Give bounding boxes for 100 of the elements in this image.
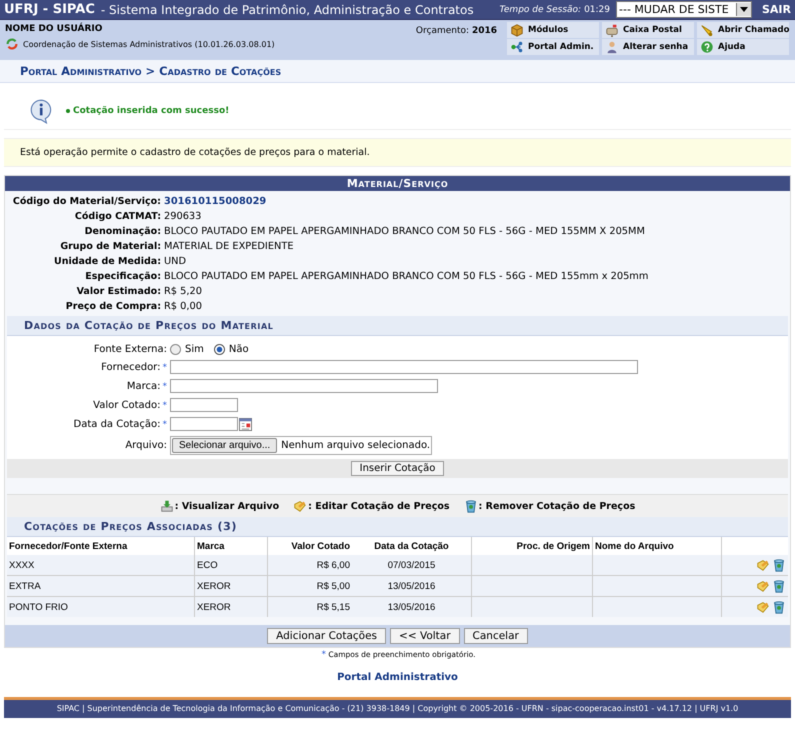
refresh-icon[interactable] xyxy=(5,37,19,51)
shortcut-link[interactable]: Ajuda xyxy=(697,39,789,55)
table-cell: XEROR xyxy=(194,576,268,596)
budget-year: 2016 xyxy=(472,26,497,36)
budget-label: Orçamento: xyxy=(416,26,470,36)
field-value: BLOCO PAUTADO EM PAPEL APERGAMINHADO BRANCO COM 50 FLS - 56G - MED 155mm x 205mm xyxy=(164,271,650,282)
system-subtitle: - Sistema Integrado de Patrimônio, Administração e Contratos xyxy=(100,2,474,16)
field-value: R$ 0,00 xyxy=(164,301,203,312)
action-button[interactable]: Adicionar Cotações xyxy=(267,628,386,644)
edit-icon[interactable] xyxy=(756,579,770,593)
field-label: Marca: xyxy=(126,380,160,392)
field-label: Grupo de Material: xyxy=(59,241,161,252)
network-icon xyxy=(510,40,524,54)
material-code-link[interactable]: 301610115008029 xyxy=(164,196,790,207)
logout-link[interactable]: SAIR xyxy=(762,3,791,16)
person-icon xyxy=(605,40,619,54)
section-title: Material/Serviço xyxy=(5,176,790,191)
subsection-title: Dados da Cotação de Preços do Material xyxy=(7,316,788,336)
radio-label: Sim xyxy=(185,344,204,355)
trash-icon[interactable] xyxy=(772,600,786,614)
shortcut-link[interactable]: Caixa Postal xyxy=(602,22,694,38)
description-text: Está operação permite o cadastro de cotações de preços para o material. xyxy=(4,138,791,167)
session-time: 01:29 xyxy=(584,4,610,14)
input-field[interactable] xyxy=(170,398,238,412)
bullet-icon xyxy=(66,109,70,113)
field-value: 290633 xyxy=(164,211,202,222)
file-status: Nenhum arquivo selecionado. xyxy=(281,440,430,451)
shortcut-link[interactable]: Alterar senha xyxy=(602,39,694,55)
table-cell: EXTRA xyxy=(7,576,194,596)
input-field[interactable] xyxy=(170,360,638,374)
footer: SIPAC | Superintendência de Tecnologia da Informação e Comunicação - (21) 3938-1849 | Copyright © 2005-2016 - UFRN - sipac-cooperacao.inst01 - v4.17.12 | UFRJ v1.0 xyxy=(4,697,791,718)
field-label: Código CATMAT: xyxy=(74,211,161,222)
table-cell: PONTO FRIO xyxy=(7,596,194,617)
legend-label: : Remover Cotação de Preços xyxy=(478,500,636,512)
field-value: BLOCO PAUTADO EM PAPEL APERGAMINHADO BRANCO COM 50 FLS - 56G - MED 155MM X 205MM xyxy=(164,226,646,237)
box-icon xyxy=(510,23,524,37)
caret-icon xyxy=(740,6,748,12)
calendar-icon[interactable] xyxy=(239,418,252,430)
download-icon xyxy=(160,499,174,513)
action-button[interactable]: Cancelar xyxy=(464,628,528,644)
action-button[interactable]: << Voltar xyxy=(390,628,460,644)
field-label: Fonte Externa: xyxy=(92,344,167,355)
field-value: UND xyxy=(164,256,188,267)
required-mark: * xyxy=(162,420,167,430)
field-label: Unidade de Medida: xyxy=(52,256,161,267)
table-cell: ECO xyxy=(194,555,268,576)
field-label: Fornecedor: xyxy=(101,362,160,372)
radio-label: Não xyxy=(228,344,249,355)
system-select[interactable]: --- MUDAR DE SISTE xyxy=(616,1,752,18)
session-label: Tempo de Sessão: xyxy=(500,4,582,14)
table-cell: XEROR xyxy=(194,596,268,617)
field-label: Especificação: xyxy=(84,271,161,282)
table-cell: 07/03/2015 xyxy=(352,555,472,576)
table-cell: R$ 5,15 xyxy=(268,596,352,617)
shortcut-link[interactable]: Abrir Chamado xyxy=(697,22,789,38)
radio-button[interactable] xyxy=(170,344,181,355)
field-label: Valor Cotado: xyxy=(93,400,160,410)
table-cell: R$ 5,00 xyxy=(268,576,352,596)
field-label: Denominação: xyxy=(84,226,161,237)
portal-link[interactable]: Portal Administrativo xyxy=(337,672,458,683)
edit-icon[interactable] xyxy=(293,499,308,513)
field-label: Valor Estimado: xyxy=(76,286,161,297)
table-cell: XXXX xyxy=(7,555,194,576)
field-value: MATERIAL DE EXPEDIENTE xyxy=(164,241,295,252)
radio-button[interactable] xyxy=(214,344,225,355)
insert-button[interactable]: Inserir Cotação xyxy=(350,461,444,476)
field-label: Preço de Compra: xyxy=(64,301,161,312)
help-icon xyxy=(700,40,714,54)
field-label: Arquivo: xyxy=(124,440,167,451)
shortcut-link[interactable]: Módulos xyxy=(507,22,599,38)
file-select-button[interactable]: Selecionar arquivo... xyxy=(172,438,278,453)
field-label: Código do Material/Serviço: xyxy=(12,196,161,207)
field-label: Data da Cotação: xyxy=(74,418,160,430)
required-mark: * xyxy=(162,362,167,372)
legend-label: : Visualizar Arquivo xyxy=(174,500,280,512)
trash-icon[interactable] xyxy=(772,558,786,572)
table-cell: R$ 6,00 xyxy=(268,555,352,576)
user-unit: Coordenação de Sistemas Administrativos (10.01.26.03.08.01) xyxy=(23,40,275,48)
trash-icon[interactable] xyxy=(772,579,786,593)
mailbox-icon xyxy=(605,23,619,37)
input-field[interactable] xyxy=(170,379,438,393)
required-mark: * xyxy=(321,650,326,660)
table-cell: 13/05/2016 xyxy=(352,596,472,617)
breadcrumb: Portal Administrativo > Cadastro de Cotações xyxy=(0,60,795,83)
table-cell: 13/05/2016 xyxy=(352,576,472,596)
required-mark: * xyxy=(162,382,167,392)
legend-label: : Editar Cotação de Preços xyxy=(308,500,450,512)
column-header: Valor Cotado xyxy=(268,537,352,555)
input-field[interactable] xyxy=(170,417,238,431)
megaphone-icon xyxy=(700,23,714,37)
subsection-title: Cotações de Preços Associadas (3) xyxy=(7,517,788,537)
shortcut-link[interactable]: Portal Admin. xyxy=(507,39,599,55)
edit-icon[interactable] xyxy=(756,558,770,572)
edit-icon[interactable] xyxy=(756,600,770,614)
system-title: UFRJ - SIPAC xyxy=(4,2,95,17)
field-value: R$ 5,20 xyxy=(164,286,203,297)
info-icon xyxy=(28,98,54,124)
user-name: NOME DO USUÁRIO xyxy=(5,22,104,34)
trash-icon[interactable] xyxy=(464,499,478,513)
required-mark: * xyxy=(162,400,167,410)
